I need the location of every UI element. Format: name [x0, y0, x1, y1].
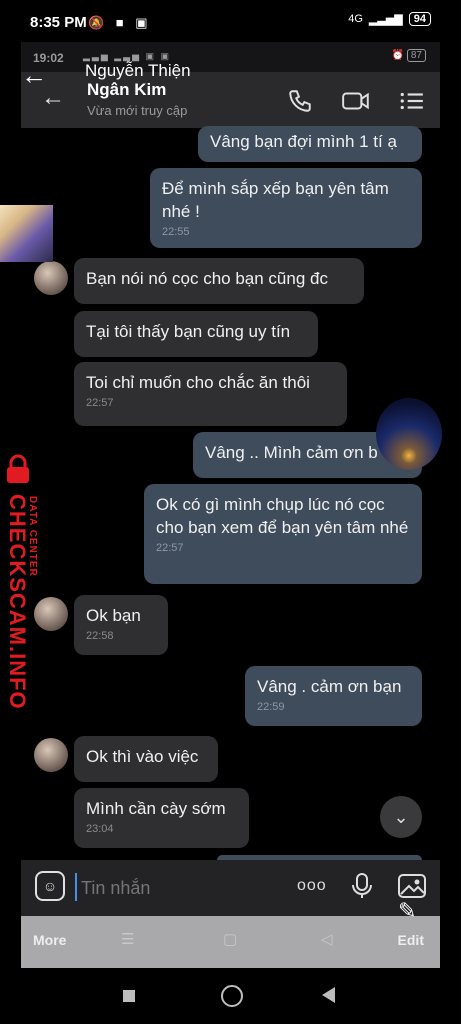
message-bubble: Vâng . cảm ơn bạn 22:59 [245, 666, 422, 726]
home-icon[interactable] [221, 985, 243, 1007]
overlay-contact-name: Nguyễn Thiện [85, 61, 191, 80]
message-text: Mình cần cày sớm [86, 799, 226, 818]
message-bubble: Để mình sắp xếp bạn yên tâm nhé ! 22:55 [150, 168, 422, 248]
device-status-bar: 8:35 PM 🔕 ■ ▣ 4G ▂▃▅▇ 94 [0, 0, 461, 42]
edit-button[interactable]: Edit [398, 932, 424, 948]
phone-call-icon[interactable] [287, 88, 313, 119]
contact-avatar[interactable] [34, 738, 68, 772]
watermark: CHECKSCAM.INFO DATA CENTER [0, 448, 40, 710]
message-time: 22:57 [156, 542, 184, 554]
video-call-icon[interactable] [341, 88, 371, 119]
message-time: 22:58 [86, 630, 114, 642]
scroll-down-button[interactable]: ⌄ [380, 796, 422, 838]
message-bubble: Bạn nói nó cọc cho bạn cũng đc [74, 258, 364, 304]
status-time: 8:35 PM [30, 14, 87, 31]
sticker-icon[interactable]: ☺ [35, 871, 65, 901]
inner-status-right: ⏰ 87 [392, 49, 426, 62]
message-time: 22:57 [86, 397, 114, 409]
device-nav-bar [0, 968, 461, 1024]
message-list[interactable]: Vâng bạn đợi mình 1 tí ạ Để mình sắp xếp… [21, 126, 440, 865]
message-bubble: Ok bạn 22:58 [74, 595, 168, 655]
pencil-icon[interactable]: ✎ [398, 898, 416, 924]
microphone-icon[interactable] [351, 872, 373, 905]
text-cursor [75, 873, 77, 901]
message-text: Toi chỉ muốn cho chắc ăn thôi [86, 373, 310, 392]
floating-bubble-thumbnail[interactable] [376, 398, 442, 470]
signal-icon: ▂▃▅▇ [368, 13, 403, 26]
lock-icon [7, 454, 29, 483]
status-right: 4G ▂▃▅▇ 94 [348, 12, 431, 26]
ghost-home-icon: ▢ [223, 931, 238, 948]
network-icon: 4G [348, 13, 363, 25]
ghost-menu-icon: ☰ [121, 931, 135, 948]
message-text: Để mình sắp xếp bạn yên tâm nhé ! [162, 179, 389, 221]
inner-battery-icon: 87 [406, 49, 426, 62]
message-text: Ok thì vào việc [86, 747, 199, 766]
recent-apps-icon[interactable] [123, 990, 135, 1002]
ghost-back-icon: ◁ [321, 931, 333, 948]
notification-icons: 🔕 ■ ▣ [88, 15, 152, 30]
chat-screen: 19:02 ▂▃▅ ▂▃▅ ▣ ▣ ⏰ 87 ← Ngân Kim Vừa mớ… [21, 42, 440, 968]
message-bubble: Tại tôi thấy bạn cũng uy tín [74, 311, 318, 357]
message-bubble: Toi chỉ muốn cho chắc ăn thôi 22:57 [74, 362, 347, 426]
message-time: 22:55 [162, 226, 190, 238]
back-icon[interactable] [322, 987, 335, 1003]
message-bubble: Vâng bạn đợi mình 1 tí ạ [198, 126, 422, 162]
watermark-subtitle: DATA CENTER [27, 496, 38, 577]
message-text: Vâng . cảm ơn bạn [257, 677, 402, 696]
menu-list-icon[interactable] [399, 88, 425, 119]
overlay-back-arrow-icon[interactable]: ← [21, 60, 47, 91]
message-input[interactable] [79, 873, 283, 903]
message-time: 23:04 [86, 823, 114, 835]
inner-status-bar: 19:02 ▂▃▅ ▂▃▅ ▣ ▣ ⏰ 87 [21, 42, 440, 72]
more-button[interactable]: More [33, 932, 66, 948]
message-bubble: Ok thì vào việc [74, 736, 218, 782]
message-text: Ok bạn [86, 606, 141, 625]
chevron-double-down-icon: ⌄ [393, 807, 409, 827]
message-text: Vâng .. Mình cảm ơn b [205, 443, 378, 462]
floating-thumbnail[interactable] [0, 205, 53, 262]
message-text: Bạn nói nó cọc cho bạn cũng đc [86, 269, 328, 288]
contact-avatar[interactable] [34, 261, 68, 295]
message-time: 22:59 [257, 701, 285, 713]
battery-icon: 94 [408, 12, 431, 26]
message-bubble: Mình cần cày sớm 23:04 [74, 788, 249, 848]
message-input-bar: ☺ ooo [21, 860, 440, 916]
contact-name: Ngân Kim [87, 80, 167, 99]
message-text: Vâng bạn đợi mình 1 tí ạ [210, 132, 397, 151]
message-text: Tại tôi thấy bạn cũng uy tín [86, 322, 291, 341]
screenshot-edit-bar: More ☰ ▢ ◁ Edit [21, 916, 440, 968]
chat-header: ← Ngân Kim Vừa mới truy cập [21, 72, 440, 128]
message-bubble: Ok có gì mình chụp lúc nó cọc cho bạn xe… [144, 484, 422, 584]
contact-last-seen: Vừa mới truy cập [87, 103, 188, 118]
more-options-icon[interactable]: ooo [297, 877, 327, 895]
message-text: Ok có gì mình chụp lúc nó cọc cho bạn xe… [156, 495, 409, 537]
